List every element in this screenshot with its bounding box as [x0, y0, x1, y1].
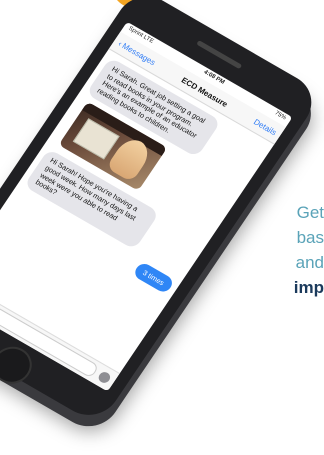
side-copy: Get bas and imp	[264, 200, 324, 300]
outgoing-message: 3 times	[131, 260, 176, 295]
side-copy-line: and	[295, 253, 324, 272]
side-copy-line: bas	[296, 228, 324, 247]
phone-screen: Sprint LTE 4:08 PM 75% ‹ Messages ECD Me…	[0, 21, 293, 392]
side-copy-line-bold: imp	[293, 278, 324, 297]
side-copy-line: Get	[296, 203, 324, 222]
mic-icon[interactable]	[96, 370, 113, 385]
